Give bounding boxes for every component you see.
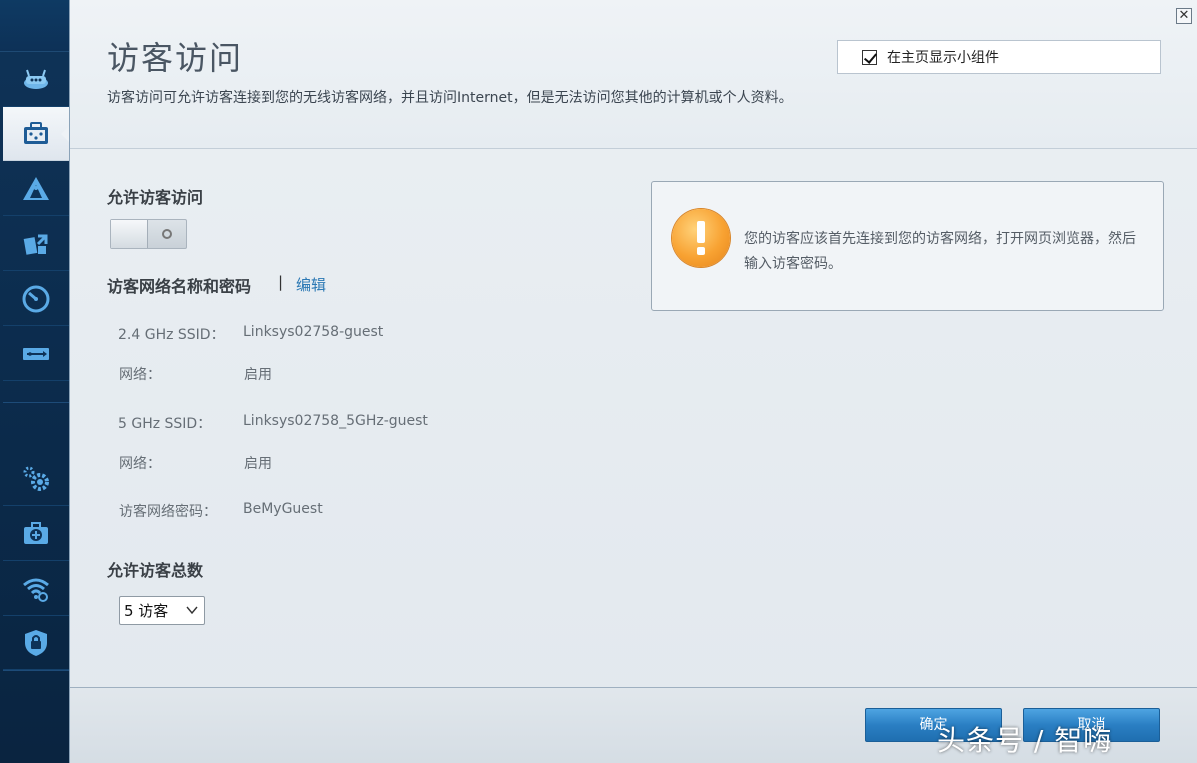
toggle-knob [111, 220, 148, 248]
sidebar-item-troubleshooting[interactable] [3, 507, 69, 561]
page-title: 访客访问 [107, 39, 244, 77]
network-24-label: 网络： [119, 367, 161, 383]
external-storage-icon [23, 347, 49, 360]
guest-password-label: 访客网络密码： [119, 504, 217, 520]
speed-test-icon [22, 285, 50, 312]
sidebar-item-connectivity[interactable] [3, 452, 69, 506]
troubleshooting-icon [24, 521, 48, 544]
connectivity-settings-icon [23, 466, 49, 491]
sidebar-item-external-storage[interactable] [3, 327, 69, 381]
router-icon [24, 69, 48, 89]
title-separator: | [278, 273, 284, 291]
page-description: 访客访问可允许访客连接到您的无线访客网络，并且访问Internet，但是无法访问… [107, 90, 793, 106]
header: 访客访问 访客访问可允许访客连接到您的无线访客网络，并且访问Internet，但… [70, 0, 1197, 149]
main-panel: 访客访问 访客访问可允许访客连接到您的无线访客网络，并且访问Internet，但… [69, 0, 1197, 763]
sidebar-item-media-prioritization[interactable] [3, 217, 69, 271]
parental-controls-icon [23, 176, 49, 200]
sidebar-divider [3, 402, 69, 403]
guest-access-icon [24, 121, 48, 144]
sidebar [0, 0, 69, 763]
toggle-off-indicator [162, 229, 172, 239]
guest-network-title: 访客网络名称和密码 [107, 277, 252, 296]
sidebar-item-guest-access[interactable] [3, 107, 69, 161]
total-guests-title: 允许访客总数 [107, 561, 204, 580]
ssid-5-label: 5 GHz SSID： [118, 416, 212, 432]
warning-icon [672, 209, 730, 267]
active-item-pointer [61, 126, 69, 142]
watermark: 头条号 / 智嗨 [937, 724, 1113, 757]
close-button[interactable]: ✕ [1176, 8, 1192, 24]
ssid-24-label: 2.4 GHz SSID： [118, 327, 225, 343]
ssid-24-value: Linksys02758-guest [243, 324, 384, 340]
sidebar-top-band [0, 0, 69, 52]
media-prioritization-icon [23, 234, 48, 255]
network-5-label: 网络： [119, 456, 161, 472]
show-widget-option[interactable]: 在主页显示小组件 [837, 40, 1161, 74]
total-guests-value: 5 访客 [124, 602, 169, 620]
guest-access-toggle[interactable] [110, 219, 187, 249]
notice-text: 您的访客应该首先连接到您的访客网络，打开网页浏览器，然后输入访客密码。 [744, 231, 1136, 272]
edit-link[interactable]: 编辑 [296, 274, 326, 295]
show-widget-checkbox[interactable] [862, 49, 877, 65]
sidebar-item-speed-test[interactable] [3, 272, 69, 326]
ssid-5-value: Linksys02758_5GHz-guest [243, 413, 428, 429]
wireless-icon [23, 578, 49, 602]
chevron-down-icon [186, 606, 198, 615]
sidebar-item-security[interactable] [3, 616, 69, 670]
notice-box: 您的访客应该首先连接到您的访客网络，打开网页浏览器，然后输入访客密码。 [651, 181, 1164, 311]
security-icon [25, 629, 47, 656]
sidebar-item-parental-controls[interactable] [3, 162, 69, 216]
network-5-status: 启用 [244, 456, 272, 472]
sidebar-bottom-divider [3, 670, 69, 671]
show-widget-label: 在主页显示小组件 [887, 50, 999, 66]
guest-password-value: BeMyGuest [243, 501, 323, 517]
network-24-status: 启用 [244, 367, 272, 383]
total-guests-select[interactable]: 5 访客 [119, 596, 205, 625]
allow-guest-access-title: 允许访客访问 [107, 188, 204, 207]
sidebar-item-wireless[interactable] [3, 562, 69, 616]
sidebar-item-router[interactable] [3, 53, 69, 107]
